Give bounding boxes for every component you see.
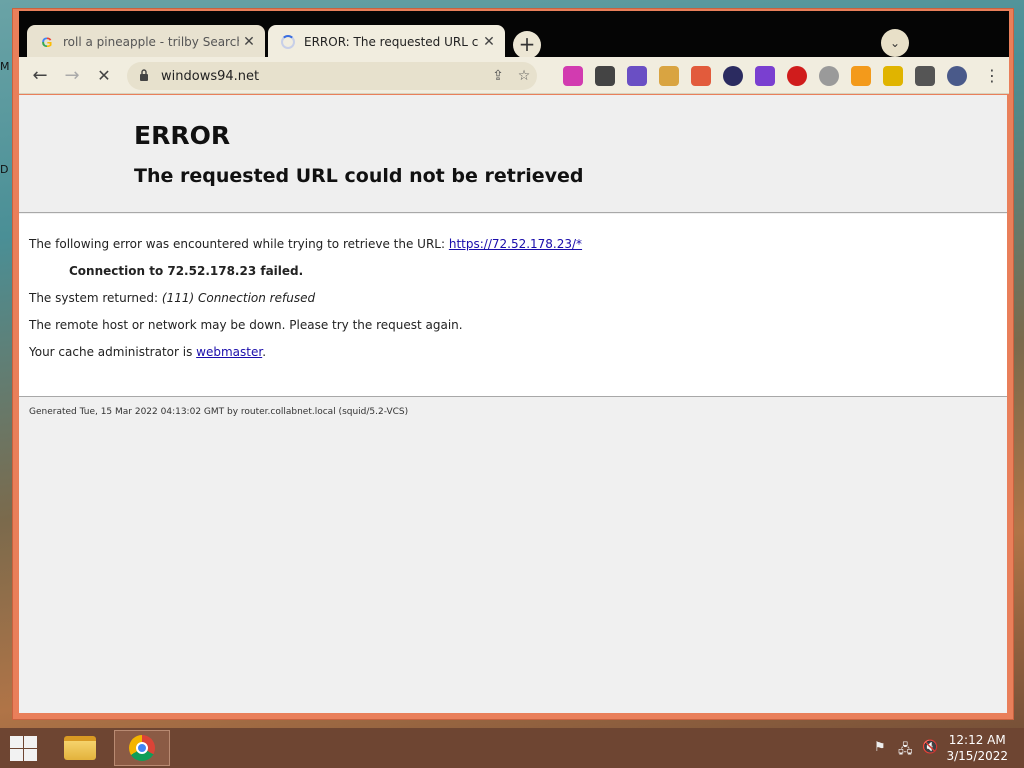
ext-block-icon[interactable] <box>787 66 807 86</box>
ext-creature-icon[interactable] <box>627 66 647 86</box>
stop-loading-icon[interactable]: ✕ <box>91 63 117 89</box>
taskbar: ⚑ 🖧 🔇 12:12 AM 3/15/2022 <box>0 728 1024 768</box>
clock-time: 12:12 AM <box>948 733 1006 747</box>
address-bar[interactable]: windows94.net ⇪ ☆ <box>127 62 537 90</box>
extensions-puzzle-icon[interactable] <box>915 66 935 86</box>
tab-search[interactable]: G roll a pineapple - trilby Search ✕ <box>27 25 265 59</box>
desktop-label-d: D <box>0 163 9 176</box>
error-line-connection: Connection to 72.52.178.23 failed. <box>69 264 304 278</box>
browser-toolbar: ← → ✕ windows94.net ⇪ ☆ ⋮ <box>19 57 1009 94</box>
chrome-taskbar-icon[interactable] <box>114 730 170 766</box>
webmaster-link[interactable]: webmaster <box>196 345 262 359</box>
tab-error[interactable]: ERROR: The requested URL could ✕ <box>268 25 505 59</box>
close-tab-icon[interactable]: ✕ <box>239 34 259 50</box>
file-explorer-icon[interactable] <box>52 730 108 766</box>
menu-dots-icon[interactable]: ⋮ <box>979 63 1005 89</box>
failed-url-link[interactable]: https://72.52.178.23/* <box>449 237 582 251</box>
ext-doge-icon[interactable] <box>659 66 679 86</box>
page-title: ERROR <box>134 121 231 150</box>
system-clock[interactable]: 12:12 AM 3/15/2022 <box>946 732 1008 764</box>
error-line-url: The following error was encountered whil… <box>29 237 583 251</box>
ext-sun-icon[interactable] <box>851 66 871 86</box>
tab-search-button[interactable]: ⌄ <box>881 29 909 57</box>
tab-title: ERROR: The requested URL could <box>304 35 479 49</box>
error-details: The following error was encountered whil… <box>19 214 1007 397</box>
desktop-label-m: M <box>0 60 10 73</box>
new-tab-button[interactable]: + <box>513 31 541 59</box>
error-line-admin: Your cache administrator is webmaster. <box>29 345 267 359</box>
network-icon[interactable]: 🖧 <box>898 740 913 762</box>
page-subtitle: The requested URL could not be retrieved <box>134 165 584 187</box>
ext-burst-icon[interactable] <box>755 66 775 86</box>
page-content: ERROR The requested URL could not be ret… <box>19 95 1007 713</box>
clock-date: 3/15/2022 <box>946 749 1008 763</box>
ext-rainbow-icon[interactable] <box>563 66 583 86</box>
loading-spinner-icon <box>280 34 296 50</box>
flag-icon[interactable]: ⚑ <box>874 740 886 755</box>
back-arrow-icon[interactable]: ← <box>27 63 53 89</box>
error-line-system: The system returned: (111) Connection re… <box>29 291 316 305</box>
error-header: ERROR The requested URL could not be ret… <box>19 95 1007 213</box>
lock-icon[interactable] <box>139 68 151 84</box>
ext-palette-icon[interactable] <box>691 66 711 86</box>
browser-window: G roll a pineapple - trilby Search ✕ ERR… <box>12 8 1014 720</box>
volume-muted-icon[interactable]: 🔇 <box>922 740 938 755</box>
windows-start-icon[interactable] <box>8 734 38 762</box>
tab-title: roll a pineapple - trilby Search <box>63 35 239 49</box>
close-tab-icon[interactable]: ✕ <box>479 34 499 50</box>
url-text[interactable]: windows94.net <box>161 69 485 84</box>
ext-dancer-icon[interactable] <box>883 66 903 86</box>
share-icon[interactable]: ⇪ <box>485 68 511 84</box>
generated-footer: Generated Tue, 15 Mar 2022 04:13:02 GMT … <box>29 407 409 417</box>
ext-hat-icon[interactable] <box>595 66 615 86</box>
bookmark-star-icon[interactable]: ☆ <box>511 68 537 84</box>
profile-icon[interactable] <box>947 66 967 86</box>
google-g-icon: G <box>41 34 53 50</box>
forward-arrow-icon[interactable]: → <box>59 63 85 89</box>
error-line-remote: The remote host or network may be down. … <box>29 318 463 332</box>
ext-globe-icon[interactable] <box>723 66 743 86</box>
ext-face-icon[interactable] <box>819 66 839 86</box>
